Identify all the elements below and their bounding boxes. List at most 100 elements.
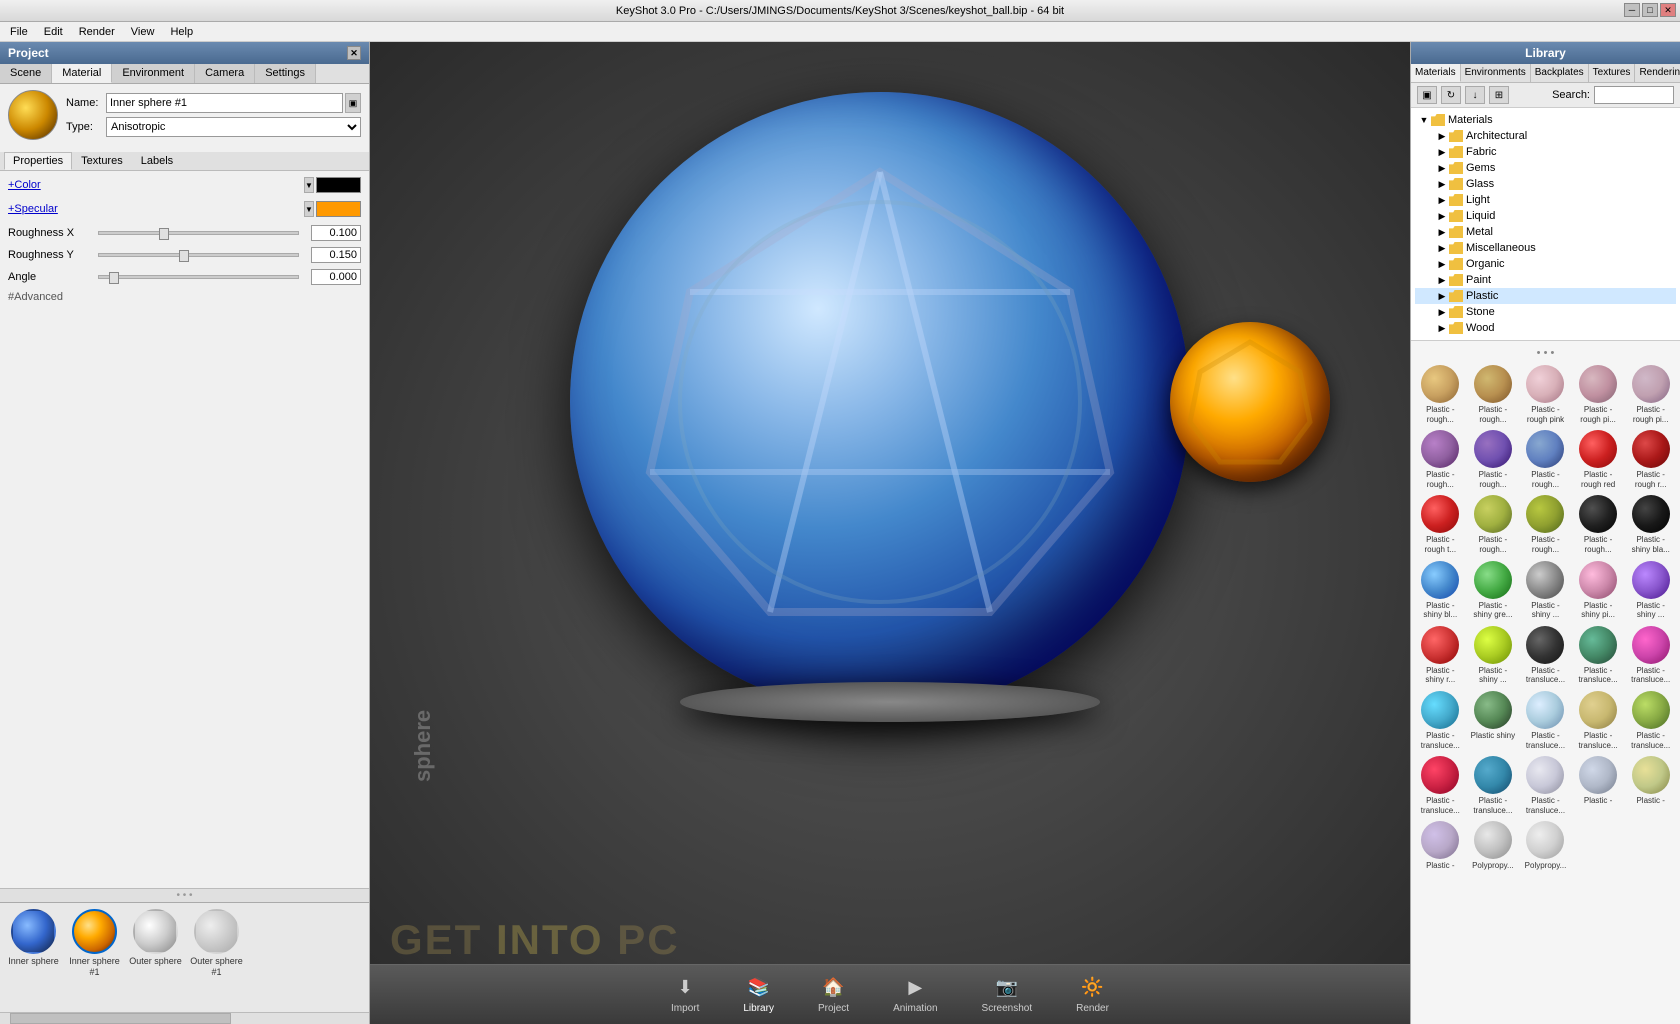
panel-scrollbar[interactable] (0, 1012, 369, 1024)
mat-cell-12[interactable]: Plastic - rough... (1520, 493, 1571, 556)
mat-cell-34[interactable]: Plastic - (1625, 754, 1676, 817)
mat-cell-32[interactable]: Plastic - transluce... (1520, 754, 1571, 817)
angle-track[interactable] (98, 275, 299, 279)
angle-thumb[interactable] (109, 272, 119, 284)
tree-item-plastic[interactable]: ▶ Plastic (1415, 288, 1676, 304)
menu-render[interactable]: Render (73, 24, 121, 40)
lib-btn-3[interactable]: ↓ (1465, 86, 1485, 104)
swatch-inner-sphere[interactable]: Inner sphere (6, 909, 61, 967)
roughness-x-thumb[interactable] (159, 228, 169, 240)
mat-cell-30[interactable]: Plastic - transluce... (1415, 754, 1466, 817)
roughness-y-thumb[interactable] (179, 250, 189, 262)
color-swatch[interactable] (316, 177, 361, 193)
lib-tab-backplates[interactable]: Backplates (1531, 64, 1589, 82)
toolbar-render[interactable]: 🔆 Render (1064, 972, 1121, 1018)
mat-cell-24[interactable]: Plastic - transluce... (1625, 624, 1676, 687)
material-type-select[interactable]: Anisotropic (106, 117, 361, 137)
mat-cell-28[interactable]: Plastic - transluce... (1573, 689, 1624, 752)
mat-cell-3[interactable]: Plastic - rough pi... (1573, 363, 1624, 426)
mat-cell-20[interactable]: Plastic - shiny r... (1415, 624, 1466, 687)
maximize-button[interactable]: □ (1642, 3, 1658, 17)
mat-cell-27[interactable]: Plastic - transluce... (1520, 689, 1571, 752)
viewport[interactable]: sphere GET INTO PC Download Free Your De… (370, 42, 1410, 1024)
tree-materials-root[interactable]: ▼ Materials (1415, 112, 1676, 128)
project-close-button[interactable]: ✕ (347, 46, 361, 60)
tab-properties[interactable]: Properties (4, 152, 72, 170)
tree-expand-architectural[interactable]: ▶ (1435, 129, 1449, 143)
tree-expand-misc[interactable]: ▶ (1435, 241, 1449, 255)
color-arrow-btn[interactable]: ▼ (304, 177, 314, 193)
toolbar-project[interactable]: 🏠 Project (806, 972, 861, 1018)
tree-expand-fabric[interactable]: ▶ (1435, 145, 1449, 159)
mat-cell-2[interactable]: Plastic - rough pink (1520, 363, 1571, 426)
tree-item-gems[interactable]: ▶ Gems (1415, 160, 1676, 176)
tree-expand-liquid[interactable]: ▶ (1435, 209, 1449, 223)
tab-labels[interactable]: Labels (132, 152, 182, 170)
lib-tab-materials[interactable]: Materials (1411, 64, 1461, 82)
advanced-label[interactable]: #Advanced (8, 291, 63, 303)
roughness-x-value[interactable] (311, 225, 361, 241)
tree-item-fabric[interactable]: ▶ Fabric (1415, 144, 1676, 160)
roughness-x-track[interactable] (98, 231, 299, 235)
mat-cell-35[interactable]: Plastic - (1415, 819, 1466, 873)
lib-tab-textures[interactable]: Textures (1589, 64, 1636, 82)
tree-expand-wood[interactable]: ▶ (1435, 321, 1449, 335)
angle-value[interactable] (311, 269, 361, 285)
minimize-button[interactable]: ─ (1624, 3, 1640, 17)
mat-cell-17[interactable]: Plastic - shiny ... (1520, 559, 1571, 622)
mat-cell-15[interactable]: Plastic - shiny bl... (1415, 559, 1466, 622)
mat-cell-0[interactable]: Plastic - rough... (1415, 363, 1466, 426)
mat-cell-4[interactable]: Plastic - rough pi... (1625, 363, 1676, 426)
mat-cell-14[interactable]: Plastic - shiny bla... (1625, 493, 1676, 556)
specular-arrow-btn[interactable]: ▼ (304, 201, 314, 217)
tab-environment[interactable]: Environment (112, 64, 195, 83)
mat-cell-33[interactable]: Plastic - (1573, 754, 1624, 817)
menu-file[interactable]: File (4, 24, 34, 40)
mat-cell-10[interactable]: Plastic - rough t... (1415, 493, 1466, 556)
tree-item-light[interactable]: ▶ Light (1415, 192, 1676, 208)
specular-swatch[interactable] (316, 201, 361, 217)
mat-cell-9[interactable]: Plastic - rough r... (1625, 428, 1676, 491)
mat-cell-29[interactable]: Plastic - transluce... (1625, 689, 1676, 752)
menu-edit[interactable]: Edit (38, 24, 69, 40)
tree-item-paint[interactable]: ▶ Paint (1415, 272, 1676, 288)
tree-item-glass[interactable]: ▶ Glass (1415, 176, 1676, 192)
tab-settings[interactable]: Settings (255, 64, 316, 83)
mat-cell-13[interactable]: Plastic - rough... (1573, 493, 1624, 556)
swatch-inner-sphere-1[interactable]: Inner sphere #1 (67, 909, 122, 978)
mat-cell-6[interactable]: Plastic - rough... (1468, 428, 1519, 491)
mat-cell-26[interactable]: Plastic shiny (1468, 689, 1519, 752)
mat-cell-19[interactable]: Plastic - shiny ... (1625, 559, 1676, 622)
mat-cell-16[interactable]: Plastic - shiny gre... (1468, 559, 1519, 622)
mat-cell-37[interactable]: Polypropy... (1520, 819, 1571, 873)
mat-cell-25[interactable]: Plastic - transluce... (1415, 689, 1466, 752)
lib-tab-environments[interactable]: Environments (1461, 64, 1531, 82)
tree-item-wood[interactable]: ▶ Wood (1415, 320, 1676, 336)
tree-item-architectural[interactable]: ▶ Architectural (1415, 128, 1676, 144)
mat-cell-36[interactable]: Polypropy... (1468, 819, 1519, 873)
toolbar-import[interactable]: ⬇ Import (659, 972, 711, 1018)
toolbar-library[interactable]: 📚 Library (731, 972, 786, 1018)
tree-expand-light[interactable]: ▶ (1435, 193, 1449, 207)
search-input[interactable] (1594, 86, 1674, 104)
lib-btn-4[interactable]: ⊞ (1489, 86, 1509, 104)
tab-camera[interactable]: Camera (195, 64, 255, 83)
tree-expand-materials[interactable]: ▼ (1417, 113, 1431, 127)
roughness-y-track[interactable] (98, 253, 299, 257)
tree-item-liquid[interactable]: ▶ Liquid (1415, 208, 1676, 224)
drag-handle[interactable]: • • • (0, 888, 369, 902)
mat-cell-31[interactable]: Plastic - transluce... (1468, 754, 1519, 817)
tree-item-metal[interactable]: ▶ Metal (1415, 224, 1676, 240)
mat-cell-5[interactable]: Plastic - rough... (1415, 428, 1466, 491)
lib-tab-renderings[interactable]: Renderings (1635, 64, 1680, 82)
mat-cell-23[interactable]: Plastic - transluce... (1573, 624, 1624, 687)
mat-cell-21[interactable]: Plastic - shiny ... (1468, 624, 1519, 687)
mat-cell-1[interactable]: Plastic - rough... (1468, 363, 1519, 426)
tree-item-miscellaneous[interactable]: ▶ Miscellaneous (1415, 240, 1676, 256)
tree-expand-organic[interactable]: ▶ (1435, 257, 1449, 271)
mat-cell-18[interactable]: Plastic - shiny pi... (1573, 559, 1624, 622)
mat-cell-22[interactable]: Plastic - transluce... (1520, 624, 1571, 687)
material-name-input[interactable] (106, 93, 343, 113)
menu-view[interactable]: View (125, 24, 161, 40)
tab-material[interactable]: Material (52, 64, 112, 83)
